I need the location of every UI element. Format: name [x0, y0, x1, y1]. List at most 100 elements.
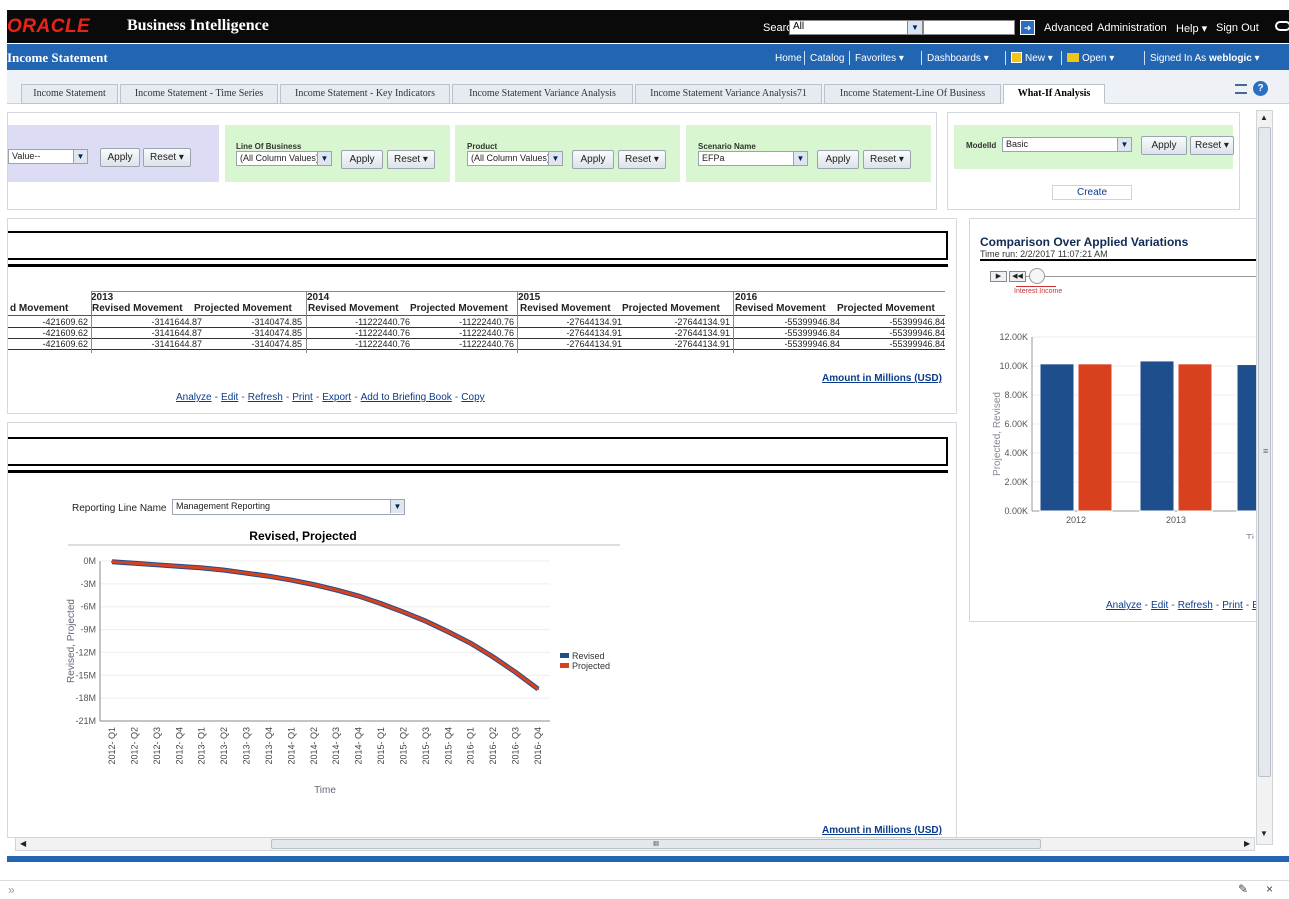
print-link[interactable]: Print — [292, 392, 313, 403]
scroll-up-icon[interactable]: ▲ — [1260, 113, 1268, 122]
briefing-book-link[interactable]: Add to Briefing Book — [361, 392, 452, 403]
tab-line-of-business[interactable]: Income Statement-Line Of Business — [824, 84, 1001, 104]
table-cell: -3141644.87 — [151, 339, 202, 349]
col-header: Projected Movement — [194, 303, 292, 314]
play-icon[interactable]: ▶ — [990, 271, 1007, 282]
y-tick-label: -18M — [75, 693, 96, 703]
create-button[interactable]: Create — [1052, 185, 1132, 200]
data-point-projected — [111, 560, 113, 563]
copy-link[interactable]: Copy — [461, 392, 484, 403]
advanced-link[interactable]: Advanced — [1044, 22, 1093, 34]
slider-track — [1026, 276, 1258, 277]
page-title: Income Statement — [7, 50, 108, 65]
data-point-projected — [200, 566, 203, 569]
new-menu[interactable]: New ▾ — [1025, 53, 1053, 64]
x-tick-label: 2015- Q4 — [443, 727, 453, 765]
col-divider — [306, 291, 307, 353]
chart-title-box — [8, 437, 948, 466]
search-input[interactable] — [923, 20, 1015, 35]
slider-label: Interest Income — [1014, 288, 1063, 295]
export-link[interactable]: Export — [322, 392, 351, 403]
model-select[interactable]: Basic ▼ — [1002, 137, 1132, 152]
product-reset-button[interactable]: Reset ▾ — [618, 150, 666, 169]
reporting-line-select[interactable]: Management Reporting ▼ — [172, 499, 405, 515]
nav-divider — [921, 51, 922, 65]
action-separator: - — [1245, 600, 1250, 611]
analyze-link[interactable]: Analyze — [1106, 600, 1142, 611]
edit-link[interactable]: Edit — [1151, 600, 1168, 611]
prompt-product: Product (All Column Values) ▼ Apply Reset… — [455, 125, 680, 182]
scenario-reset-button[interactable]: Reset ▾ — [863, 150, 911, 169]
model-reset-button[interactable]: Reset ▾ — [1190, 136, 1234, 155]
signed-in-label: Signed In As — [1150, 53, 1207, 64]
bar-chart-title: Comparison Over Applied Variations — [980, 235, 1189, 249]
horizontal-scrollbar[interactable]: ◀ III ▶ — [15, 837, 1255, 851]
table-row: -421609.62 -3141644.87 -3140474.85 -1122244… — [8, 339, 945, 350]
data-point-projected — [402, 611, 405, 614]
tab-key-indicators[interactable]: Income Statement - Key Indicators — [280, 84, 450, 104]
table-cell: -27644134.91 — [566, 328, 622, 338]
scenario-apply-button[interactable]: Apply — [817, 150, 859, 169]
analyze-link[interactable]: Analyze — [176, 392, 212, 403]
expand-icon[interactable]: » — [8, 883, 15, 897]
sign-out-icon[interactable] — [1275, 21, 1289, 31]
user-menu[interactable]: weblogic ▾ — [1209, 53, 1260, 64]
col-header: d Movement — [10, 303, 69, 314]
administration-link[interactable]: Administration — [1097, 22, 1167, 34]
page-options-icon[interactable] — [1235, 84, 1247, 94]
x-axis-label: Time — [314, 785, 336, 796]
scenario-select[interactable]: EFPa ▼ — [698, 151, 808, 166]
refresh-link[interactable]: Refresh — [1178, 600, 1213, 611]
year-2014: 2014 — [307, 292, 330, 303]
rewind-icon[interactable]: ◀◀ — [1009, 271, 1026, 282]
scroll-grip: III — [653, 841, 659, 848]
data-point-projected — [267, 575, 270, 578]
tab-variance-analysis71[interactable]: Income Statement Variance Analysis71 — [635, 84, 822, 104]
tab-variance-analysis[interactable]: Income Statement Variance Analysis — [452, 84, 633, 104]
lob-apply-button[interactable]: Apply — [341, 150, 383, 169]
lob-select[interactable]: (All Column Values) ▼ — [236, 151, 332, 166]
x-tick-label: 2012- Q2 — [129, 727, 139, 765]
table-cell: -11222440.76 — [355, 328, 410, 338]
reporting-line-value: Management Reporting — [176, 501, 271, 511]
refresh-link[interactable]: Refresh — [248, 392, 283, 403]
first-reset-button[interactable]: Reset ▾ — [143, 148, 191, 167]
arrow-right-icon[interactable]: ➜ — [1020, 20, 1035, 35]
scroll-down-icon[interactable]: ▼ — [1260, 829, 1268, 838]
help-icon[interactable]: ? — [1253, 81, 1268, 96]
help-menu[interactable]: Help ▾ — [1176, 22, 1207, 35]
catalog-link[interactable]: Catalog — [810, 53, 844, 64]
print-link[interactable]: Print — [1222, 600, 1243, 611]
product-select[interactable]: (All Column Values) ▼ — [467, 151, 563, 166]
table-cell: -11222440.76 — [459, 339, 514, 349]
table-cell: -27644134.91 — [566, 317, 622, 327]
vertical-scrollbar[interactable]: ▲ ▼ — [1256, 110, 1273, 845]
sign-out-link[interactable]: Sign Out — [1216, 22, 1259, 34]
edit-link[interactable]: Edit — [221, 392, 238, 403]
model-apply-button[interactable]: Apply — [1141, 136, 1187, 155]
product-apply-button[interactable]: Apply — [572, 150, 614, 169]
wrench-icon[interactable]: ✎ — [1238, 882, 1248, 896]
first-prompt-select[interactable]: Value-- ▼ — [8, 149, 88, 164]
tab-time-series[interactable]: Income Statement - Time Series — [120, 84, 278, 104]
close-icon[interactable]: × — [1266, 882, 1273, 896]
chevron-down-icon: ▼ — [1117, 138, 1131, 151]
scroll-left-icon[interactable]: ◀ — [20, 839, 26, 848]
scroll-right-icon[interactable]: ▶ — [1244, 839, 1250, 848]
panel-splitter-icon[interactable]: ≡ — [1263, 446, 1268, 456]
search-scope-select[interactable]: All ▼ — [789, 20, 923, 35]
dashboards-menu[interactable]: Dashboards ▾ — [927, 53, 989, 64]
x-tick-label: 2013- Q4 — [264, 727, 274, 765]
favorites-menu[interactable]: Favorites ▾ — [855, 53, 904, 64]
chevron-down-icon: ▼ — [390, 500, 404, 513]
first-apply-button[interactable]: Apply — [100, 148, 140, 167]
col-header: Revised Movement — [520, 303, 611, 314]
open-menu[interactable]: Open ▾ — [1082, 53, 1114, 64]
home-link[interactable]: Home — [775, 53, 802, 64]
tab-what-if-analysis[interactable]: What-If Analysis — [1003, 84, 1105, 104]
lob-reset-button[interactable]: Reset ▾ — [387, 150, 435, 169]
slider-thumb[interactable] — [1029, 268, 1045, 284]
top-strip — [0, 0, 1289, 8]
tab-income-statement[interactable]: Income Statement — [21, 84, 118, 104]
scroll-thumb[interactable]: III — [271, 839, 1041, 849]
